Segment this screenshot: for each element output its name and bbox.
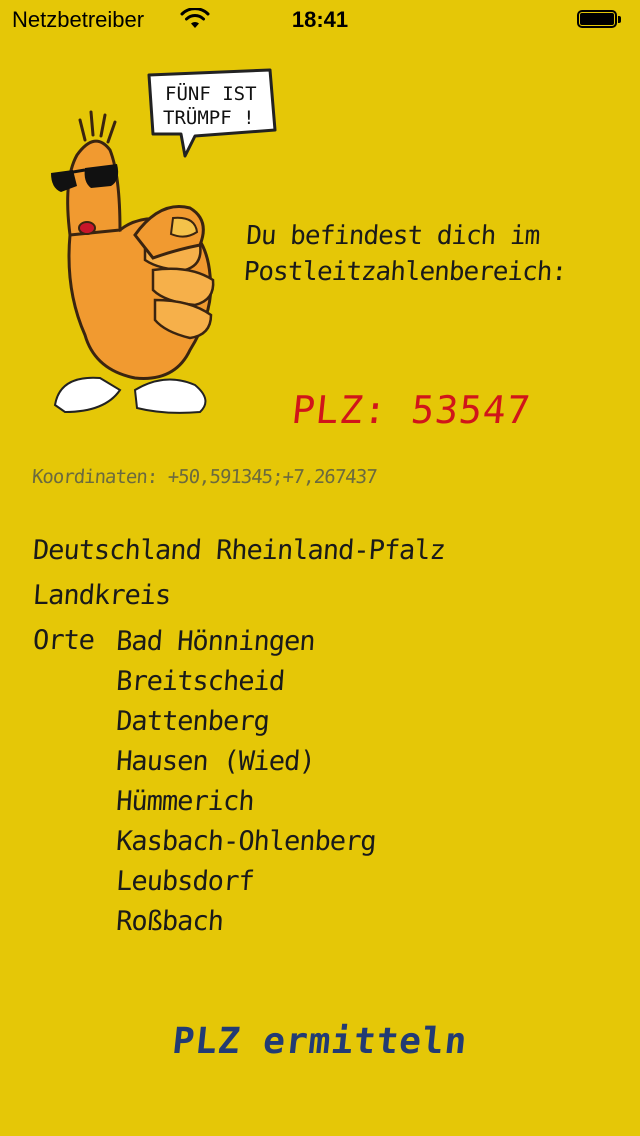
list-item: Leubsdorf xyxy=(115,866,255,897)
list-item: Bad Hönningen xyxy=(115,626,316,657)
plz-display: PLZ: 53547 xyxy=(290,388,533,432)
list-item: Hümmerich xyxy=(115,786,255,817)
speech-bubble: FÜNF IST TRÜMPF ! xyxy=(147,68,277,158)
coordinates: Koordinaten: +50,591345;+7,267437 xyxy=(31,466,377,488)
orte-label: Orte xyxy=(31,625,96,656)
list-item: Roßbach xyxy=(115,906,225,937)
speech-text-line1: FÜNF IST xyxy=(165,82,257,105)
list-item: Breitscheid xyxy=(115,666,286,697)
intro-line-1: Du befindest dich im xyxy=(245,221,541,251)
speech-text-line2: TRÜMPF ! xyxy=(163,106,255,129)
list-item: Kasbach-Ohlenberg xyxy=(115,826,377,857)
kreis-label: Landkreis xyxy=(31,580,172,611)
coordinates-value: +50,591345;+7,267437 xyxy=(166,466,378,488)
intro-text: Du befindest dich im Postleitzahlenberei… xyxy=(242,218,627,290)
find-plz-button[interactable]: PLZ ermitteln xyxy=(0,1020,640,1063)
coordinates-label: Koordinaten: xyxy=(31,466,159,488)
intro-line-2: Postleitzahlenbereich: xyxy=(242,257,568,287)
battery-icon xyxy=(577,10,621,30)
list-item: Hausen (Wied) xyxy=(115,746,316,777)
mascot-shoes xyxy=(53,376,207,414)
status-bar: Netzbetreiber 18:41 xyxy=(0,0,640,40)
region-text: Deutschland Rheinland-Pfalz xyxy=(31,535,446,566)
plz-value: 53547 xyxy=(409,388,534,432)
plz-label: PLZ: xyxy=(289,388,390,432)
town-list: Bad Hönningen Breitscheid Dattenberg Hau… xyxy=(115,625,377,945)
clock: 18:41 xyxy=(291,7,349,32)
list-item: Dattenberg xyxy=(115,706,270,737)
